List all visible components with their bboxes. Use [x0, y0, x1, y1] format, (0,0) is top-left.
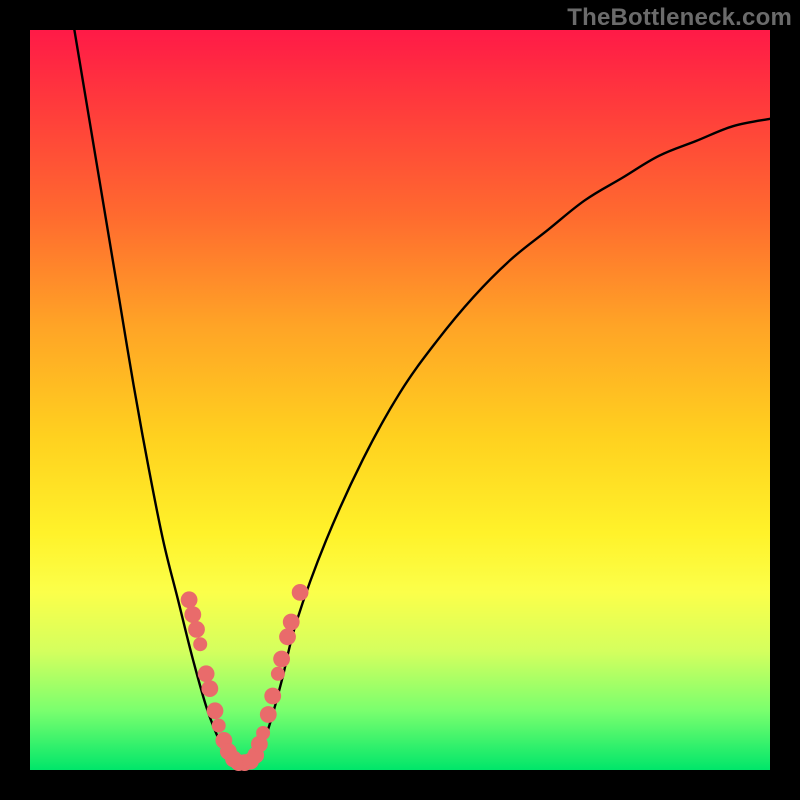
- data-point: [260, 706, 277, 723]
- data-point: [279, 628, 296, 645]
- data-point: [264, 688, 281, 705]
- data-point: [207, 702, 224, 719]
- data-point: [271, 667, 285, 681]
- data-point: [212, 719, 226, 733]
- chart-frame: TheBottleneck.com: [0, 0, 800, 800]
- data-point: [188, 621, 205, 638]
- data-point: [193, 637, 207, 651]
- data-point: [292, 584, 309, 601]
- curve-left-curve: [74, 30, 229, 763]
- data-point: [181, 591, 198, 608]
- data-point: [184, 606, 201, 623]
- data-point: [256, 726, 270, 740]
- curve-layer: [74, 30, 770, 767]
- data-point: [201, 680, 218, 697]
- data-point: [198, 665, 215, 682]
- data-point: [273, 651, 290, 668]
- points-layer: [181, 584, 309, 771]
- data-point: [283, 614, 300, 631]
- plot-area: [30, 30, 770, 770]
- watermark-text: TheBottleneck.com: [567, 4, 792, 32]
- chart-svg: [30, 30, 770, 770]
- curve-right-curve: [252, 119, 770, 763]
